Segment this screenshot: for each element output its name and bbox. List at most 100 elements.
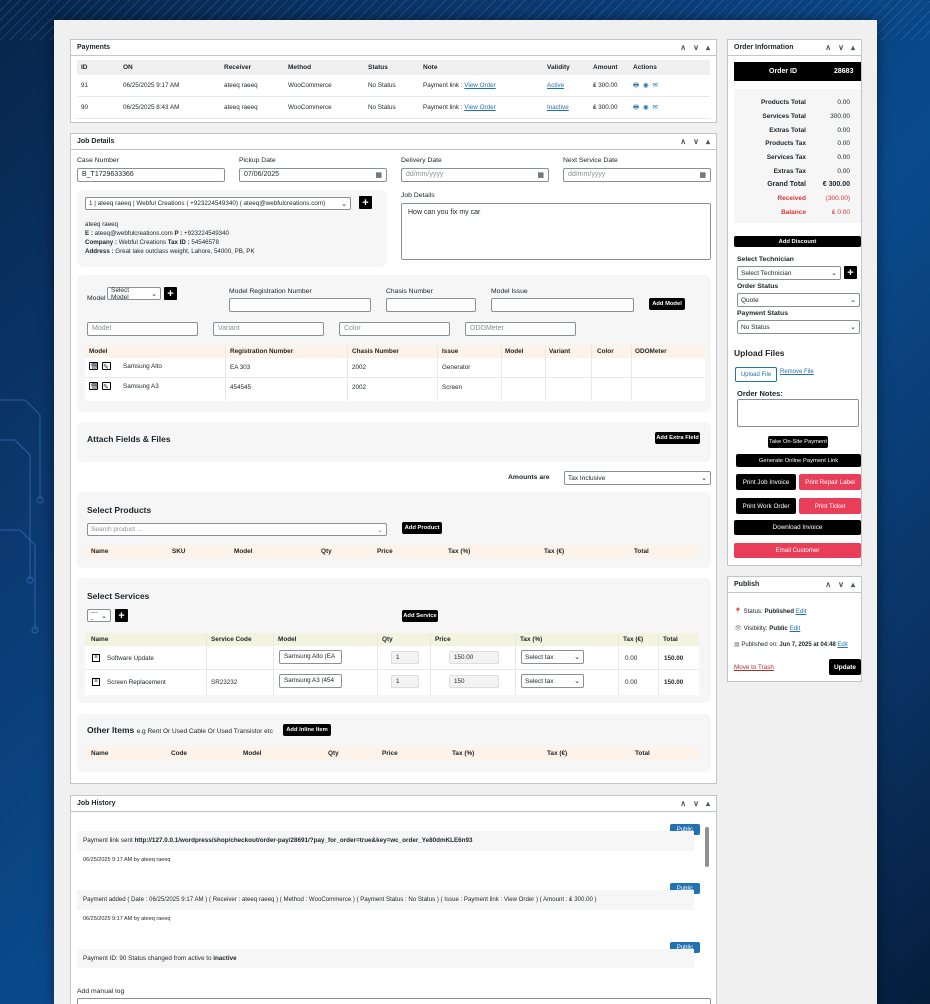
edit-visibility-link[interactable]: Edit [790, 625, 801, 632]
toggle-icon[interactable]: ▴ [706, 799, 710, 808]
upload-file-button[interactable]: Upload File [735, 367, 777, 382]
calendar-icon[interactable]: ▦ [375, 171, 382, 179]
add-model-plus-button[interactable]: + [164, 287, 177, 300]
row-price-input[interactable]: 150 [449, 675, 499, 688]
move-up-icon[interactable]: ∧ [680, 43, 686, 52]
add-service-button[interactable]: Add Service [402, 610, 438, 622]
totals-key: Received [777, 195, 806, 202]
update-button[interactable]: Update [829, 659, 861, 675]
toggle-icon[interactable]: ▴ [851, 43, 855, 52]
edit-icon[interactable]: ✎ [102, 382, 115, 391]
edit-icon[interactable]: ✎ [102, 362, 115, 371]
email-customer-button[interactable]: Email Customer [734, 543, 861, 558]
payment-status-select[interactable]: No Status [737, 320, 860, 334]
toggle-icon[interactable]: ▴ [851, 580, 855, 589]
delete-icon[interactable]: 🗑 [89, 382, 102, 391]
order-status-select[interactable]: Quote [737, 293, 860, 307]
row-model-input[interactable]: Samsung A3 (454 [279, 674, 342, 688]
th-tax-pct: Tax (%) [452, 750, 475, 757]
totals-row: Products Tax 0.00 [734, 140, 854, 147]
customer-select[interactable]: 1 | ateeq raeeq | Webful Creations ( +92… [85, 197, 351, 210]
row-qty-input[interactable]: 1 [391, 651, 419, 664]
toggle-icon[interactable]: ▴ [706, 43, 710, 52]
move-up-icon[interactable]: ∧ [825, 580, 831, 589]
color-input[interactable]: Color [339, 322, 450, 336]
add-discount-button[interactable]: Add Discount [734, 236, 861, 247]
issue-input[interactable] [491, 298, 634, 312]
delete-icon[interactable]: 🗑 [89, 362, 102, 371]
registration-label: Model Registration Number [229, 288, 312, 295]
add-inline-item-button[interactable]: Add Inline Item [283, 724, 331, 736]
view-icon[interactable]: ◉ [643, 82, 649, 89]
move-down-icon[interactable]: ∨ [693, 799, 699, 808]
order-notes-textarea[interactable] [737, 399, 859, 427]
email-icon[interactable]: ✉ [652, 82, 657, 89]
amounts-select[interactable]: Tax Inclusive [564, 471, 711, 485]
pickup-date-input[interactable]: 07/06/2025 ▦ [239, 168, 387, 182]
service-select[interactable]: ---- [87, 609, 111, 623]
row-price-input[interactable]: 150.00 [449, 651, 499, 664]
add-service-plus-button[interactable]: + [115, 609, 128, 622]
registration-input[interactable] [229, 298, 371, 312]
model-input[interactable]: Model [87, 322, 198, 336]
model-select[interactable]: Select Model [107, 287, 161, 301]
remove-service-icon[interactable]: × [92, 678, 100, 686]
odometer-input[interactable]: ODOMeter [465, 322, 576, 336]
move-down-icon[interactable]: ∨ [693, 137, 699, 146]
calendar-icon[interactable]: ▦ [699, 171, 706, 179]
move-down-icon[interactable]: ∨ [693, 43, 699, 52]
print-icon[interactable]: 🖶 [633, 82, 639, 89]
edit-date-link[interactable]: Edit [837, 642, 847, 648]
move-up-icon[interactable]: ∧ [680, 799, 686, 808]
technician-select[interactable]: Select Technician [737, 266, 841, 280]
next-service-input[interactable]: dd/mm/yyyy ▦ [563, 168, 711, 182]
print-ticket-button[interactable]: Print Ticket [799, 498, 861, 514]
add-product-button[interactable]: Add Product [402, 522, 442, 534]
delivery-date-input[interactable]: dd/mm/yyyy ▦ [401, 168, 549, 182]
generate-payment-link-button[interactable]: Generate Online Payment Link [736, 454, 861, 467]
case-number-input[interactable]: B_T1729633366 [77, 168, 225, 182]
remove-file-link[interactable]: Remove File [780, 369, 814, 375]
cell-on: 06/25/2025 9:17 AM [119, 75, 220, 97]
calendar-icon[interactable]: ▦ [537, 171, 544, 179]
cell-receiver: ateeq raeeq [220, 96, 284, 119]
validity-link[interactable]: Inactive [547, 104, 569, 111]
move-down-icon[interactable]: ∨ [838, 580, 844, 589]
totals-value: 300.00 [830, 113, 850, 120]
manual-log-input[interactable] [77, 998, 711, 1004]
add-technician-button[interactable]: + [844, 266, 857, 279]
view-order-link[interactable]: View Order [464, 82, 495, 89]
move-down-icon[interactable]: ∨ [838, 43, 844, 52]
print-repair-label-button[interactable]: Print Repair Label [799, 474, 861, 490]
edit-status-link[interactable]: Edit [796, 608, 807, 615]
email-icon[interactable]: ✉ [652, 104, 657, 111]
row-tax-select[interactable]: Select tax [521, 650, 584, 664]
publish-title: Publish [734, 581, 760, 588]
view-icon[interactable]: ◉ [643, 104, 649, 111]
move-up-icon[interactable]: ∧ [680, 137, 686, 146]
add-customer-button[interactable]: + [359, 196, 372, 209]
print-icon[interactable]: 🖶 [633, 104, 639, 111]
move-to-trash-link[interactable]: Move to Trash [734, 664, 774, 671]
job-details-textarea[interactable]: How can you fix my car [401, 203, 711, 260]
add-extra-field-button[interactable]: Add Extra Field [655, 432, 700, 444]
validity-link[interactable]: Active [547, 82, 564, 89]
variant-input[interactable]: Variant [213, 322, 324, 336]
remove-service-icon[interactable]: × [92, 654, 100, 662]
history-scrollbar[interactable] [705, 819, 709, 967]
totals-row: Balance ₤ 0.00 [734, 209, 854, 216]
print-job-invoice-button[interactable]: Print Job Invoice [736, 474, 796, 490]
add-model-button[interactable]: Add Model [649, 298, 685, 310]
chasis-input[interactable] [386, 298, 476, 312]
row-model-input[interactable]: Samsung Alto (EA [279, 650, 342, 664]
row-qty-input[interactable]: 1 [391, 675, 419, 688]
download-invoice-button[interactable]: Download Invoice [734, 520, 861, 535]
view-order-link[interactable]: View Order [464, 104, 495, 111]
move-up-icon[interactable]: ∧ [825, 43, 831, 52]
onsite-payment-button[interactable]: Take On-Site Payment [768, 436, 828, 448]
product-search[interactable]: Search product ... [87, 523, 387, 536]
print-work-order-button[interactable]: Print Work Order [736, 498, 796, 514]
toggle-icon[interactable]: ▴ [706, 137, 710, 146]
cell-status: No Status [364, 75, 419, 97]
row-tax-select[interactable]: Select tax [521, 674, 584, 688]
